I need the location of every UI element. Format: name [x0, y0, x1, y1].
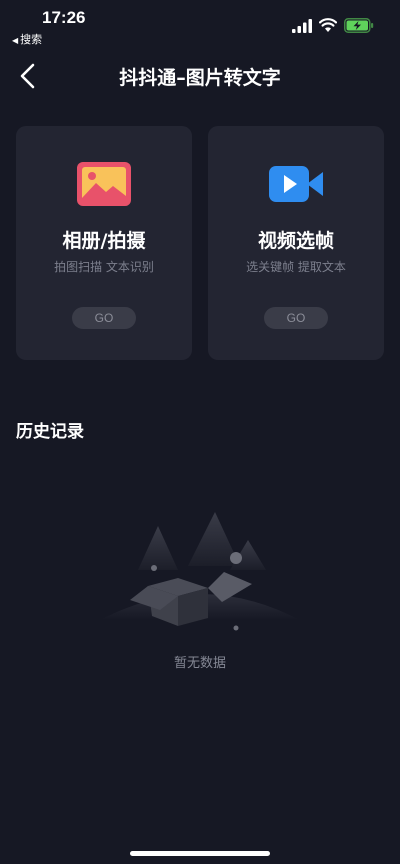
- empty-state-text: 暂无数据: [173, 656, 226, 671]
- card-subtitle: 选关键帧 提取文本: [246, 260, 346, 274]
- card-subtitle: 拍图扫描 文本识别: [54, 260, 154, 274]
- back-triangle-icon: ◀: [12, 36, 19, 45]
- card-title: 相册/拍摄: [62, 230, 146, 252]
- card-title: 视频选帧: [257, 230, 334, 252]
- page-title: 抖抖通–图片转文字: [119, 67, 281, 89]
- video-go-button[interactable]: GO: [264, 307, 328, 329]
- status-bar: 17:26 ◀ 搜索: [0, 0, 400, 48]
- status-time: 17:26: [42, 8, 86, 27]
- album-camera-card[interactable]: 相册/拍摄 拍图扫描 文本识别 GO: [16, 126, 192, 360]
- battery-charging-icon: [344, 18, 374, 33]
- video-frame-card[interactable]: 视频选帧 选关键帧 提取文本 GO: [208, 126, 384, 360]
- video-icon: [269, 166, 323, 202]
- album-go-button[interactable]: GO: [72, 307, 136, 329]
- wifi-icon: [319, 18, 337, 32]
- cellular-signal-icon: [292, 19, 312, 33]
- home-indicator[interactable]: [130, 851, 270, 856]
- empty-box-illustration: [100, 512, 300, 631]
- history-title: 历史记录: [16, 422, 84, 442]
- back-to-app-link[interactable]: ◀ 搜索: [12, 31, 42, 47]
- image-icon: [77, 162, 131, 206]
- back-app-label: 搜索: [20, 33, 43, 46]
